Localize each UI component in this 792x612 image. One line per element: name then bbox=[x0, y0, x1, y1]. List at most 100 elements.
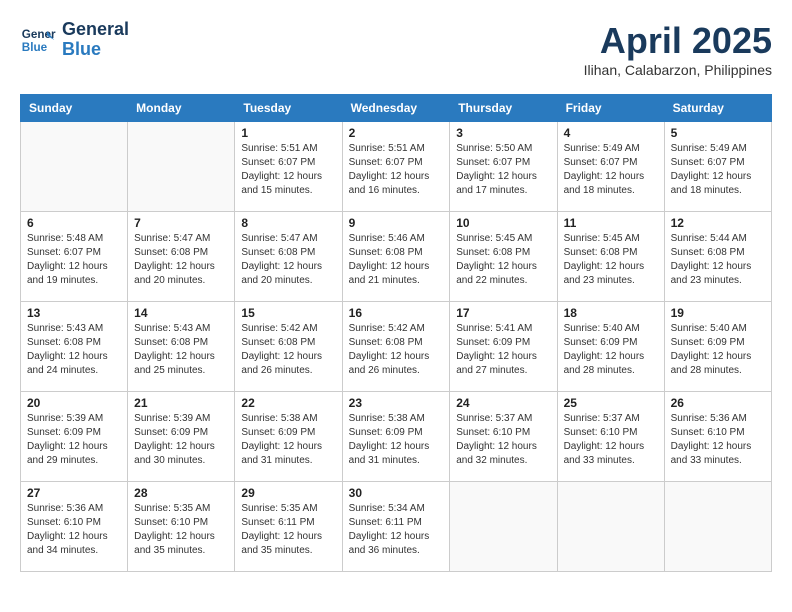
day-detail: Sunrise: 5:40 AM Sunset: 6:09 PM Dayligh… bbox=[671, 322, 765, 378]
calendar-cell: 30Sunrise: 5:34 AM Sunset: 6:11 PM Dayli… bbox=[342, 482, 450, 572]
calendar-cell: 5 Sunrise: 5:49 AM Sunset: 6:07 PM Daylig… bbox=[664, 122, 771, 212]
day-number: 6 bbox=[27, 216, 121, 230]
calendar-cell: 15Sunrise: 5:42 AM Sunset: 6:08 PM Dayli… bbox=[235, 302, 342, 392]
calendar-cell: 7 Sunrise: 5:47 AM Sunset: 6:08 PM Daylig… bbox=[128, 212, 235, 302]
day-detail: Sunrise: 5:44 AM Sunset: 6:08 PM Dayligh… bbox=[671, 232, 765, 288]
week-row-1: 1 Sunrise: 5:51 AM Sunset: 6:07 PM Daylig… bbox=[21, 122, 772, 212]
day-number: 27 bbox=[27, 486, 121, 500]
calendar-cell bbox=[664, 482, 771, 572]
week-row-2: 6 Sunrise: 5:48 AM Sunset: 6:07 PM Daylig… bbox=[21, 212, 772, 302]
day-detail: Sunrise: 5:42 AM Sunset: 6:08 PM Dayligh… bbox=[241, 322, 335, 378]
day-number: 25 bbox=[564, 396, 658, 410]
day-detail: Sunrise: 5:43 AM Sunset: 6:08 PM Dayligh… bbox=[134, 322, 228, 378]
day-detail: Sunrise: 5:35 AM Sunset: 6:11 PM Dayligh… bbox=[241, 502, 335, 558]
calendar-cell bbox=[128, 122, 235, 212]
day-detail: Sunrise: 5:38 AM Sunset: 6:09 PM Dayligh… bbox=[349, 412, 444, 468]
day-detail: Sunrise: 5:35 AM Sunset: 6:10 PM Dayligh… bbox=[134, 502, 228, 558]
header-cell-wednesday: Wednesday bbox=[342, 95, 450, 122]
calendar-header: SundayMondayTuesdayWednesdayThursdayFrid… bbox=[21, 95, 772, 122]
day-detail: Sunrise: 5:48 AM Sunset: 6:07 PM Dayligh… bbox=[27, 232, 121, 288]
day-number: 7 bbox=[134, 216, 228, 230]
calendar-cell bbox=[450, 482, 557, 572]
day-number: 23 bbox=[349, 396, 444, 410]
header-cell-friday: Friday bbox=[557, 95, 664, 122]
calendar-cell bbox=[557, 482, 664, 572]
week-row-4: 20 Sunrise: 5:39 AM Sunset: 6:09 PM Dayli… bbox=[21, 392, 772, 482]
calendar-cell: 8 Sunrise: 5:47 AM Sunset: 6:08 PM Daylig… bbox=[235, 212, 342, 302]
day-detail: Sunrise: 5:37 AM Sunset: 6:10 PM Dayligh… bbox=[564, 412, 658, 468]
day-number: 11 bbox=[564, 216, 658, 230]
day-number: 8 bbox=[241, 216, 335, 230]
calendar-cell: 6 Sunrise: 5:48 AM Sunset: 6:07 PM Daylig… bbox=[21, 212, 128, 302]
day-detail: Sunrise: 5:36 AM Sunset: 6:10 PM Dayligh… bbox=[671, 412, 765, 468]
day-number: 2 bbox=[349, 126, 444, 140]
calendar-cell: 25 Sunrise: 5:37 AM Sunset: 6:10 PM Dayli… bbox=[557, 392, 664, 482]
day-detail: Sunrise: 5:40 AM Sunset: 6:09 PM Dayligh… bbox=[564, 322, 658, 378]
title-area: April 2025 Ilihan, Calabarzon, Philippin… bbox=[584, 20, 772, 78]
week-row-5: 27Sunrise: 5:36 AM Sunset: 6:10 PM Dayli… bbox=[21, 482, 772, 572]
calendar-cell: 29 Sunrise: 5:35 AM Sunset: 6:11 PM Dayli… bbox=[235, 482, 342, 572]
day-detail: Sunrise: 5:49 AM Sunset: 6:07 PM Dayligh… bbox=[671, 142, 765, 198]
day-number: 21 bbox=[134, 396, 228, 410]
day-number: 13 bbox=[27, 306, 121, 320]
day-number: 12 bbox=[671, 216, 765, 230]
calendar-cell: 23 Sunrise: 5:38 AM Sunset: 6:09 PM Dayli… bbox=[342, 392, 450, 482]
logo-line1: General bbox=[62, 19, 129, 39]
day-number: 22 bbox=[241, 396, 335, 410]
calendar-cell: 27Sunrise: 5:36 AM Sunset: 6:10 PM Dayli… bbox=[21, 482, 128, 572]
day-number: 29 bbox=[241, 486, 335, 500]
day-detail: Sunrise: 5:41 AM Sunset: 6:09 PM Dayligh… bbox=[456, 322, 550, 378]
calendar-cell bbox=[21, 122, 128, 212]
day-number: 17 bbox=[456, 306, 550, 320]
day-detail: Sunrise: 5:47 AM Sunset: 6:08 PM Dayligh… bbox=[241, 232, 335, 288]
day-number: 20 bbox=[27, 396, 121, 410]
day-detail: Sunrise: 5:42 AM Sunset: 6:08 PM Dayligh… bbox=[349, 322, 444, 378]
svg-text:General: General bbox=[22, 28, 56, 41]
day-detail: Sunrise: 5:51 AM Sunset: 6:07 PM Dayligh… bbox=[241, 142, 335, 198]
header: General Blue General Blue April 2025 Ili… bbox=[20, 20, 772, 78]
calendar-cell: 19 Sunrise: 5:40 AM Sunset: 6:09 PM Dayli… bbox=[664, 302, 771, 392]
header-row: SundayMondayTuesdayWednesdayThursdayFrid… bbox=[21, 95, 772, 122]
calendar-cell: 28 Sunrise: 5:35 AM Sunset: 6:10 PM Dayli… bbox=[128, 482, 235, 572]
day-number: 14 bbox=[134, 306, 228, 320]
calendar-cell: 24 Sunrise: 5:37 AM Sunset: 6:10 PM Dayli… bbox=[450, 392, 557, 482]
day-detail: Sunrise: 5:37 AM Sunset: 6:10 PM Dayligh… bbox=[456, 412, 550, 468]
calendar-cell: 22 Sunrise: 5:38 AM Sunset: 6:09 PM Dayli… bbox=[235, 392, 342, 482]
week-row-3: 13 Sunrise: 5:43 AM Sunset: 6:08 PM Dayli… bbox=[21, 302, 772, 392]
calendar-subtitle: Ilihan, Calabarzon, Philippines bbox=[584, 62, 772, 78]
calendar-cell: 3 Sunrise: 5:50 AM Sunset: 6:07 PM Daylig… bbox=[450, 122, 557, 212]
calendar-cell: 21Sunrise: 5:39 AM Sunset: 6:09 PM Dayli… bbox=[128, 392, 235, 482]
calendar-cell: 11 Sunrise: 5:45 AM Sunset: 6:08 PM Dayli… bbox=[557, 212, 664, 302]
day-number: 10 bbox=[456, 216, 550, 230]
logo-line2: Blue bbox=[62, 39, 101, 59]
day-detail: Sunrise: 5:39 AM Sunset: 6:09 PM Dayligh… bbox=[27, 412, 121, 468]
calendar-cell: 14 Sunrise: 5:43 AM Sunset: 6:08 PM Dayli… bbox=[128, 302, 235, 392]
day-number: 1 bbox=[241, 126, 335, 140]
day-detail: Sunrise: 5:49 AM Sunset: 6:07 PM Dayligh… bbox=[564, 142, 658, 198]
calendar-cell: 10Sunrise: 5:45 AM Sunset: 6:08 PM Dayli… bbox=[450, 212, 557, 302]
header-cell-tuesday: Tuesday bbox=[235, 95, 342, 122]
day-detail: Sunrise: 5:38 AM Sunset: 6:09 PM Dayligh… bbox=[241, 412, 335, 468]
calendar-cell: 20 Sunrise: 5:39 AM Sunset: 6:09 PM Dayli… bbox=[21, 392, 128, 482]
calendar-cell: 17 Sunrise: 5:41 AM Sunset: 6:09 PM Dayli… bbox=[450, 302, 557, 392]
day-detail: Sunrise: 5:45 AM Sunset: 6:08 PM Dayligh… bbox=[564, 232, 658, 288]
calendar-cell: 4Sunrise: 5:49 AM Sunset: 6:07 PM Daylig… bbox=[557, 122, 664, 212]
header-cell-monday: Monday bbox=[128, 95, 235, 122]
day-detail: Sunrise: 5:50 AM Sunset: 6:07 PM Dayligh… bbox=[456, 142, 550, 198]
day-detail: Sunrise: 5:34 AM Sunset: 6:11 PM Dayligh… bbox=[349, 502, 444, 558]
header-cell-sunday: Sunday bbox=[21, 95, 128, 122]
svg-text:Blue: Blue bbox=[22, 41, 48, 54]
day-detail: Sunrise: 5:46 AM Sunset: 6:08 PM Dayligh… bbox=[349, 232, 444, 288]
calendar-cell: 12 Sunrise: 5:44 AM Sunset: 6:08 PM Dayli… bbox=[664, 212, 771, 302]
day-detail: Sunrise: 5:47 AM Sunset: 6:08 PM Dayligh… bbox=[134, 232, 228, 288]
day-number: 24 bbox=[456, 396, 550, 410]
day-number: 19 bbox=[671, 306, 765, 320]
day-number: 5 bbox=[671, 126, 765, 140]
header-cell-saturday: Saturday bbox=[664, 95, 771, 122]
calendar-cell: 18 Sunrise: 5:40 AM Sunset: 6:09 PM Dayli… bbox=[557, 302, 664, 392]
calendar-cell: 16Sunrise: 5:42 AM Sunset: 6:08 PM Dayli… bbox=[342, 302, 450, 392]
day-number: 3 bbox=[456, 126, 550, 140]
day-detail: Sunrise: 5:51 AM Sunset: 6:07 PM Dayligh… bbox=[349, 142, 444, 198]
day-number: 18 bbox=[564, 306, 658, 320]
day-number: 28 bbox=[134, 486, 228, 500]
